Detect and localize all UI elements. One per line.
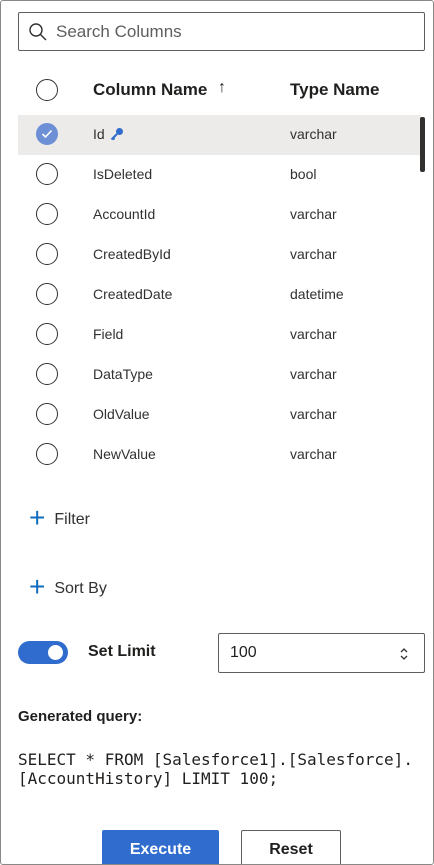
spin-button-icon[interactable] xyxy=(398,645,410,663)
row-checkbox[interactable] xyxy=(36,363,58,385)
table-row[interactable]: IsDeleted bool xyxy=(18,155,421,195)
search-input[interactable] xyxy=(56,21,416,42)
arrow-up-icon[interactable]: ↑ xyxy=(218,79,226,97)
column-name: DataType xyxy=(93,366,153,382)
column-type: varchar xyxy=(290,326,337,342)
column-type: varchar xyxy=(290,126,337,142)
limit-input[interactable] xyxy=(230,644,390,662)
plus-icon: + xyxy=(29,571,46,602)
column-name-header[interactable]: Column Name xyxy=(93,80,207,100)
scrollbar-thumb[interactable] xyxy=(420,117,425,172)
column-name: Field xyxy=(93,326,124,342)
type-name-header[interactable]: Type Name xyxy=(290,80,379,100)
column-name: CreatedDate xyxy=(93,286,173,302)
table-row[interactable]: DataType varchar xyxy=(18,355,421,395)
row-checkbox[interactable] xyxy=(36,123,58,145)
column-list-header: Column Name ↑ Type Name xyxy=(18,69,421,111)
add-filter-label: Filter xyxy=(54,510,90,528)
row-checkbox[interactable] xyxy=(36,443,58,465)
table-row[interactable]: AccountId varchar xyxy=(18,195,421,235)
row-checkbox[interactable] xyxy=(36,163,58,185)
column-type: varchar xyxy=(290,446,337,462)
column-name: Id xyxy=(93,126,105,142)
execute-button[interactable]: Execute xyxy=(102,830,219,864)
table-row[interactable]: Field varchar xyxy=(18,315,421,355)
column-type: varchar xyxy=(290,366,337,382)
select-all-checkbox[interactable] xyxy=(36,79,58,101)
set-limit-label: Set Limit xyxy=(88,643,156,660)
row-checkbox[interactable] xyxy=(36,243,58,265)
plus-icon: + xyxy=(29,502,46,533)
table-row[interactable]: OldValue varchar xyxy=(18,395,421,435)
column-list: Id varchar IsDeleted bool AccountId varc… xyxy=(18,115,421,477)
add-sort-button[interactable]: + Sort By xyxy=(29,571,107,602)
table-row[interactable]: CreatedDate datetime xyxy=(18,275,421,315)
table-row[interactable]: Id varchar xyxy=(18,115,421,155)
add-filter-button[interactable]: + Filter xyxy=(29,502,90,533)
column-name: AccountId xyxy=(93,206,156,222)
row-checkbox[interactable] xyxy=(36,403,58,425)
column-type: varchar xyxy=(290,246,337,262)
generated-query-text: SELECT * FROM [Salesforce1].[Salesforce]… xyxy=(18,750,413,788)
limit-field[interactable] xyxy=(218,633,425,673)
row-checkbox[interactable] xyxy=(36,203,58,225)
column-name: OldValue xyxy=(93,406,150,422)
key-icon xyxy=(110,128,123,141)
search-icon xyxy=(29,22,47,40)
reset-button[interactable]: Reset xyxy=(241,830,341,864)
toggle-knob xyxy=(48,645,63,660)
column-name: NewValue xyxy=(93,446,156,462)
column-type: datetime xyxy=(290,286,344,302)
set-limit-toggle[interactable] xyxy=(18,641,68,664)
column-list-scrollbar[interactable] xyxy=(420,117,425,477)
row-checkbox[interactable] xyxy=(36,323,58,345)
column-type: varchar xyxy=(290,406,337,422)
row-checkbox[interactable] xyxy=(36,283,58,305)
table-row[interactable]: CreatedById varchar xyxy=(18,235,421,275)
search-box[interactable] xyxy=(18,12,425,51)
column-name: IsDeleted xyxy=(93,166,153,182)
column-selector-panel: Column Name ↑ Type Name Id varchar IsDel… xyxy=(0,0,434,865)
check-icon xyxy=(41,129,53,139)
column-type: varchar xyxy=(290,206,337,222)
table-row[interactable]: NewValue varchar xyxy=(18,435,421,475)
column-name: CreatedById xyxy=(93,246,171,262)
column-type: bool xyxy=(290,166,317,182)
add-sort-label: Sort By xyxy=(54,579,107,597)
generated-query-label: Generated query: xyxy=(18,708,143,725)
